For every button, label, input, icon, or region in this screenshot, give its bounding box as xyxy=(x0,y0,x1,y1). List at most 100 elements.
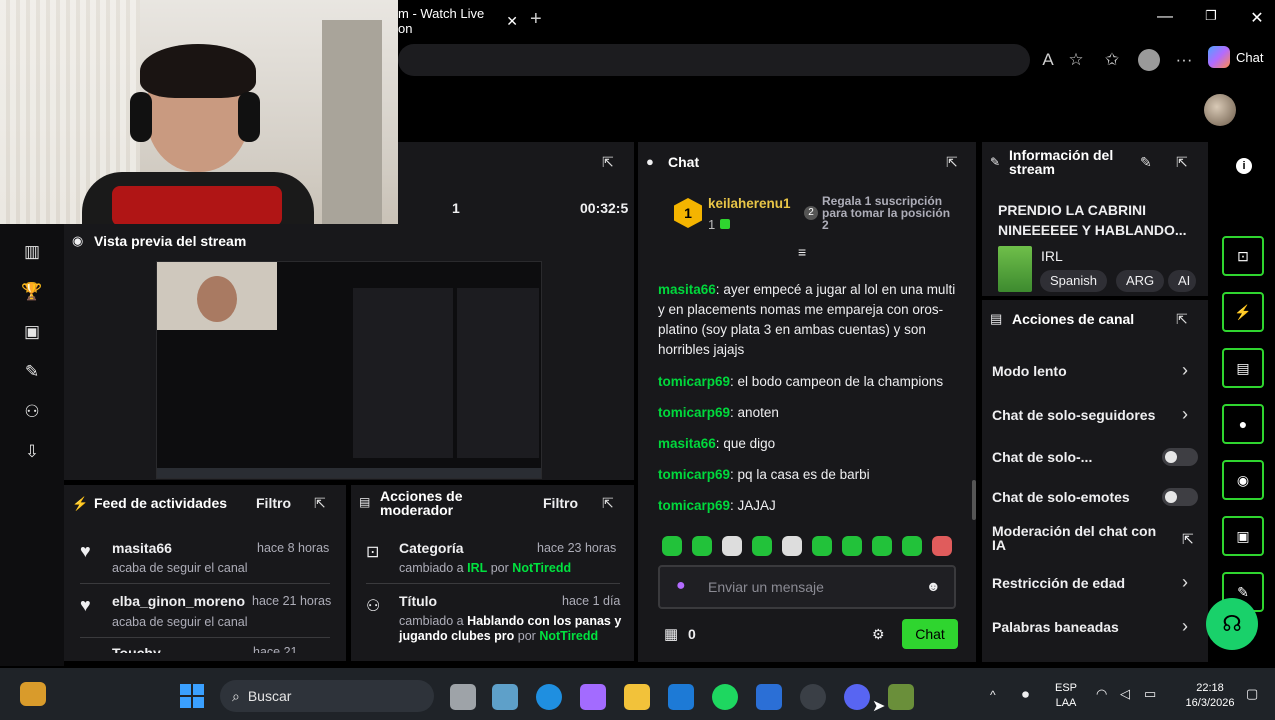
clock[interactable]: 22:18 16/3/2026 xyxy=(1172,681,1248,711)
external-link-icon[interactable]: ⇱ xyxy=(1182,531,1194,548)
video-icon[interactable]: ▣ xyxy=(20,322,44,346)
upload-icon[interactable]: ⇩ xyxy=(20,442,44,466)
close-tab-icon[interactable]: ✕ xyxy=(506,13,518,30)
emotes-only-toggle[interactable] xyxy=(1162,488,1198,506)
wrench-icon[interactable]: ✎ xyxy=(20,362,44,386)
app-icon[interactable] xyxy=(492,684,518,710)
chevron-right-icon[interactable]: › xyxy=(1182,360,1188,381)
battery-icon[interactable]: ▭ xyxy=(1144,686,1156,702)
ms-store-icon[interactable] xyxy=(756,684,782,710)
emote-icon[interactable] xyxy=(752,536,772,556)
chat-icon[interactable]: ● xyxy=(1222,404,1264,444)
weather-icon[interactable] xyxy=(20,682,46,706)
minecraft-icon[interactable] xyxy=(888,684,914,710)
action-slow-mode[interactable]: Modo lento xyxy=(992,363,1067,379)
store-icon[interactable] xyxy=(668,684,694,710)
emote-icon[interactable] xyxy=(782,536,802,556)
support-headset-button[interactable]: ☊ xyxy=(1206,598,1258,650)
copilot-app-icon[interactable] xyxy=(580,684,606,710)
window-close-icon[interactable]: ✕ xyxy=(1242,8,1272,28)
popout-icon[interactable]: ⇱ xyxy=(602,154,614,171)
chat-send-button[interactable]: Chat xyxy=(902,619,958,649)
popout-icon[interactable]: ⇱ xyxy=(946,154,958,171)
favorites-list-icon[interactable]: ✩ xyxy=(1100,50,1124,70)
top-gifter-name[interactable]: keilaherenu1 xyxy=(708,196,791,211)
emote-icon[interactable] xyxy=(902,536,922,556)
minimize-icon[interactable]: — xyxy=(1150,8,1180,26)
community-icon[interactable]: ⚇ xyxy=(20,402,44,426)
more-menu-icon[interactable]: ··· xyxy=(1172,50,1196,70)
channel-points-icon[interactable]: ▦ xyxy=(664,625,678,643)
clip-icon[interactable]: ▣ xyxy=(1222,516,1264,556)
chevron-right-icon[interactable]: › xyxy=(1182,572,1188,593)
favorite-star-icon[interactable]: ☆ xyxy=(1064,50,1088,70)
mouse-cursor-icon: ➤ xyxy=(872,698,886,715)
info-icon[interactable]: i xyxy=(1236,158,1252,174)
screenshot-icon[interactable]: ⊡ xyxy=(1222,236,1264,276)
stream-tag[interactable]: ARG xyxy=(1116,270,1165,292)
profile-icon[interactable] xyxy=(1138,49,1160,71)
chat-scrollbar[interactable] xyxy=(972,480,976,520)
read-aloud-icon[interactable]: A xyxy=(1036,50,1060,70)
emoji-picker-icon[interactable]: ☻ xyxy=(926,578,941,594)
volume-icon[interactable]: ◁ xyxy=(1120,686,1130,702)
analytics-icon[interactable]: ▥ xyxy=(20,242,44,266)
chevron-right-icon[interactable]: › xyxy=(1182,616,1188,637)
stream-preview-video[interactable] xyxy=(156,261,542,479)
chat-message: tomicarp69: pq la casa es de barbi xyxy=(658,467,870,482)
action-followers-only[interactable]: Chat de solo-seguidores xyxy=(992,407,1155,423)
user-avatar[interactable] xyxy=(1204,94,1236,126)
browser-tab[interactable]: m - Watch Live on ✕ xyxy=(398,6,518,36)
popout-icon[interactable]: ⇱ xyxy=(1176,311,1188,328)
broadcast-icon[interactable]: ◉ xyxy=(1222,460,1264,500)
action-ai-moderation[interactable]: Moderación del chat con IA xyxy=(992,524,1172,552)
address-bar[interactable] xyxy=(398,44,1030,76)
language-indicator[interactable]: ESP LAA xyxy=(1052,681,1080,711)
emote-icon[interactable] xyxy=(872,536,892,556)
popout-icon[interactable]: ⇱ xyxy=(314,495,326,512)
mic-icon[interactable]: ● xyxy=(676,577,686,595)
task-view-icon[interactable] xyxy=(450,684,476,710)
emote-icon[interactable] xyxy=(932,536,952,556)
taskbar-search[interactable]: ⌕ Buscar xyxy=(220,680,434,712)
stream-tag[interactable]: Spanish xyxy=(1040,270,1107,292)
category-thumbnail[interactable] xyxy=(998,246,1032,292)
feed-item-name[interactable]: masita66 xyxy=(112,540,172,556)
microphone-icon[interactable]: ⏺ xyxy=(1022,686,1029,703)
notification-icon[interactable]: ▢ xyxy=(1246,686,1258,702)
emote-icon[interactable] xyxy=(812,536,832,556)
chat-settings-icon[interactable]: ⚙ xyxy=(872,626,885,643)
obs-icon[interactable] xyxy=(800,684,826,710)
chevron-right-icon[interactable]: › xyxy=(1182,404,1188,425)
category-name[interactable]: IRL xyxy=(1041,248,1063,264)
emote-icon[interactable] xyxy=(662,536,682,556)
expand-icon[interactable]: ≡ xyxy=(798,244,806,260)
emote-icon[interactable] xyxy=(692,536,712,556)
popout-icon[interactable]: ⇱ xyxy=(602,495,614,512)
stream-tag[interactable]: AI xyxy=(1168,270,1196,292)
new-tab-icon[interactable]: + xyxy=(530,8,542,31)
subscribers-only-toggle[interactable] xyxy=(1162,448,1198,466)
emote-icon[interactable] xyxy=(842,536,862,556)
lightning-icon[interactable]: ⚡ xyxy=(1222,292,1264,332)
gift-promo-text[interactable]: Regala 1 suscripción para tomar la posic… xyxy=(822,195,952,231)
file-explorer-icon[interactable] xyxy=(624,684,650,710)
moderator-filter-button[interactable]: Filtro xyxy=(543,495,578,511)
feed-item-name[interactable]: elba_ginon_moreno xyxy=(112,593,245,609)
edit-pencil-icon[interactable]: ✎ xyxy=(1140,154,1152,171)
feed-filter-button[interactable]: Filtro xyxy=(256,495,291,511)
action-banned-words[interactable]: Palabras baneadas xyxy=(992,619,1119,635)
restore-icon[interactable]: ❐ xyxy=(1196,8,1226,24)
emote-icon[interactable] xyxy=(722,536,742,556)
discord-icon[interactable] xyxy=(844,684,870,710)
copilot-button[interactable]: Chat xyxy=(1208,46,1263,68)
popout-icon[interactable]: ⇱ xyxy=(1176,154,1188,171)
wifi-icon[interactable]: ◠ xyxy=(1096,686,1107,702)
trophy-icon[interactable]: 🏆 xyxy=(20,282,44,306)
notes-icon[interactable]: ▤ xyxy=(1222,348,1264,388)
action-age-restriction[interactable]: Restricción de edad xyxy=(992,575,1125,591)
start-icon[interactable] xyxy=(180,684,204,708)
edge-icon[interactable] xyxy=(536,684,562,710)
tray-overflow-icon[interactable]: ^ xyxy=(990,688,996,702)
spotify-icon[interactable] xyxy=(712,684,738,710)
